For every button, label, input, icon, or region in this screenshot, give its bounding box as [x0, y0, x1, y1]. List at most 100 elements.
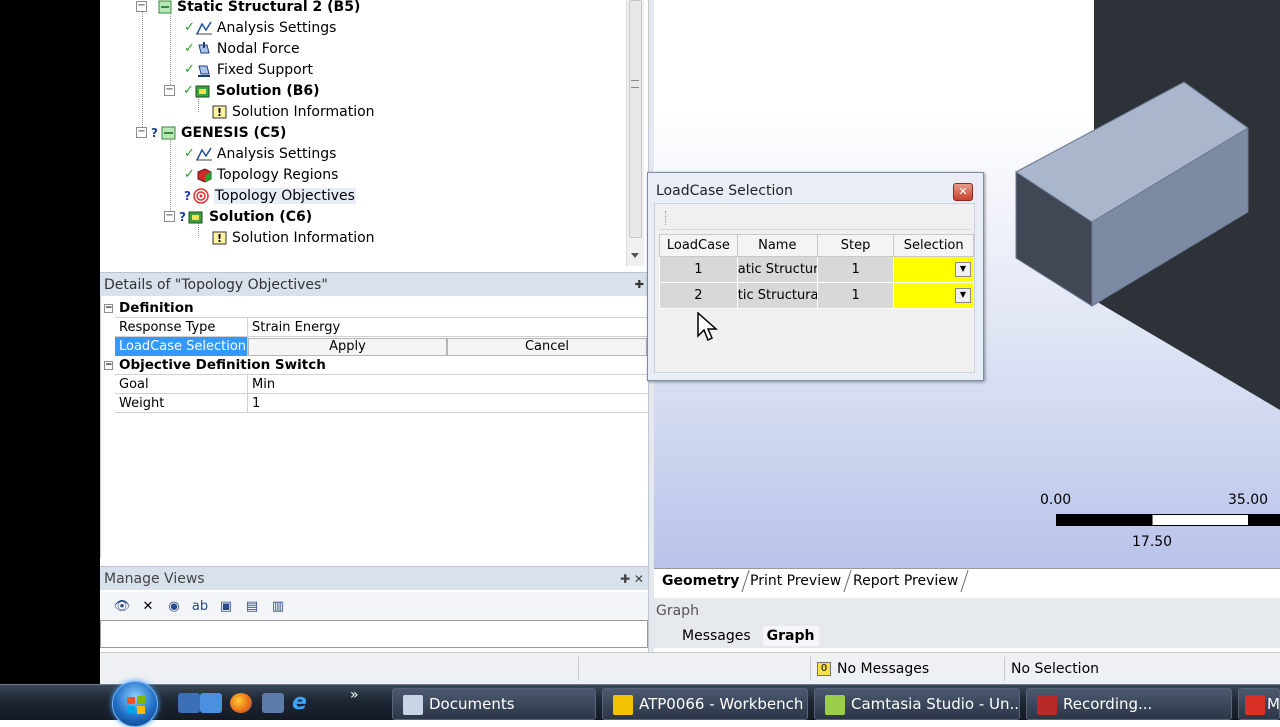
check-icon: ✓ — [184, 167, 195, 182]
panel-controls[interactable]: ✚ ✕ — [620, 567, 644, 591]
tree-item-topology-objectives[interactable]: ? Topology Objectives — [184, 185, 356, 206]
column-header[interactable]: LoadCase — [659, 234, 738, 257]
cancel-button[interactable]: Cancel — [447, 337, 647, 356]
section-definition[interactable]: − Definition — [104, 299, 648, 318]
taskbar-camtasia[interactable]: Camtasia Studio - Un... — [814, 688, 1020, 720]
firefox-icon[interactable] — [230, 693, 252, 713]
taskbar-gmail[interactable]: M — [1238, 688, 1280, 720]
tree-item-solution-b6[interactable]: − ✓ Solution (B6) — [164, 80, 320, 101]
dialog-body: LoadCase Name Step Selection 1 atic Stru… — [654, 203, 975, 373]
apply-view-icon[interactable]: ▣ — [216, 596, 236, 616]
overflow-icon[interactable]: » — [350, 687, 359, 703]
cell-loadcase: 1 — [659, 256, 738, 283]
tree-item-solution-information-c[interactable]: ! Solution Information — [210, 227, 375, 248]
target-icon — [192, 187, 210, 204]
tree-item-solution-c6[interactable]: − ? Solution (C6) — [164, 206, 312, 227]
column-header[interactable]: Name — [736, 234, 818, 257]
status-messages[interactable]: 0 No Messages — [810, 657, 1004, 681]
tree-item-solution-information-b[interactable]: ! Solution Information — [210, 101, 375, 122]
tree-item-label: Topology Regions — [216, 166, 339, 183]
collapse-icon[interactable]: − — [164, 85, 175, 96]
close-icon[interactable]: ✕ — [953, 183, 973, 201]
start-button[interactable] — [112, 681, 158, 727]
tree-item-analysis-settings-c[interactable]: ✓ Analysis Settings — [184, 143, 336, 164]
import-icon[interactable]: ▤ — [242, 596, 262, 616]
delete-icon[interactable]: ✕ — [138, 596, 158, 616]
tab-print-preview[interactable]: Print Preview — [742, 569, 853, 592]
window-switcher-icon[interactable] — [200, 693, 222, 713]
scroll-down-icon[interactable] — [631, 253, 639, 258]
tab-graph[interactable]: Graph — [762, 626, 819, 646]
status-selection: No Selection — [1004, 657, 1280, 681]
detail-value[interactable]: Min — [248, 377, 648, 392]
taskbar-label: Recording... — [1063, 695, 1153, 713]
tree-item-analysis-settings-b[interactable]: ✓ Analysis Settings — [184, 17, 336, 38]
collapse-icon[interactable]: − — [164, 211, 175, 222]
tree-item-nodal-force[interactable]: ✓ Nodal Force — [184, 38, 300, 59]
column-header[interactable]: Step — [816, 234, 895, 257]
taskbar-documents[interactable]: Documents — [392, 688, 596, 720]
tab-report-preview[interactable]: Report Preview — [845, 569, 969, 592]
tree-item-fixed-support[interactable]: ✓ Fixed Support — [184, 59, 313, 80]
apply-button[interactable]: Apply — [248, 337, 447, 356]
section-title: Definition — [119, 300, 194, 316]
table-row[interactable]: 1 atic Structur 1 ▼ — [659, 256, 974, 283]
loadcase-selection-dialog: LoadCase Selection ✕ LoadCase Name Step … — [647, 172, 984, 381]
tree-item-label: Solution Information — [232, 103, 375, 120]
cell-selection[interactable]: ▼ — [893, 282, 974, 309]
scale-bar — [1056, 514, 1280, 526]
dropdown-arrow-icon[interactable]: ▼ — [955, 288, 971, 303]
windows-logo-icon — [127, 696, 145, 714]
manage-views-header: Manage Views ✚ ✕ — [100, 566, 648, 590]
scale-label-max: 35.00 — [1228, 492, 1269, 508]
cell-step: 1 — [816, 256, 895, 283]
svg-text:!: ! — [217, 232, 222, 245]
table-row[interactable]: 2 tic Structura 1 ▼ — [659, 282, 974, 309]
detail-row-loadcase-selection[interactable]: LoadCase Selection Apply Cancel — [115, 337, 648, 356]
message-icon: 0 — [817, 662, 831, 676]
tree-item-label: GENESIS (C5) — [180, 124, 287, 141]
detail-value[interactable]: Strain Energy — [248, 320, 648, 335]
explorer-icon[interactable] — [262, 693, 284, 713]
tab-geometry[interactable]: Geometry — [654, 569, 750, 592]
tree-item-topology-regions[interactable]: ✓ Topology Regions — [184, 164, 338, 185]
pin-icon[interactable]: ✚ — [635, 273, 644, 297]
section-objective-definition-switch[interactable]: − Objective Definition Switch — [104, 356, 648, 375]
tab-messages[interactable]: Messages — [678, 626, 755, 646]
show-desktop-icon[interactable] — [178, 693, 200, 713]
cell-name: atic Structur — [736, 256, 818, 283]
detail-row-weight[interactable]: Weight 1 — [115, 394, 648, 413]
left-black-strip — [0, 0, 100, 684]
manage-views-list[interactable] — [100, 620, 648, 648]
detail-row-response-type[interactable]: Response Type Strain Energy — [115, 318, 648, 337]
detail-key: Weight — [115, 394, 248, 412]
detail-row-goal[interactable]: Goal Min — [115, 375, 648, 394]
column-header[interactable]: Selection — [893, 234, 974, 257]
static-structural-icon — [155, 0, 173, 15]
collapse-icon[interactable]: − — [104, 303, 113, 313]
taskbar-workbench[interactable]: ATP0066 - Workbench — [602, 688, 808, 720]
internet-explorer-icon[interactable]: e — [292, 692, 314, 714]
grip-icon — [665, 211, 667, 225]
check-icon: ✓ — [184, 62, 195, 77]
taskbar-recording[interactable]: Recording... — [1026, 688, 1232, 720]
binoculars-icon[interactable]: ◉ — [164, 596, 184, 616]
rename-icon[interactable]: ab — [190, 596, 210, 616]
dropdown-arrow-icon[interactable]: ▼ — [955, 262, 971, 277]
solution-information-icon: ! — [210, 104, 228, 120]
detail-value[interactable]: 1 — [248, 396, 648, 411]
nodal-force-icon — [195, 41, 213, 57]
tree-scrollbar[interactable] — [626, 0, 644, 266]
scrollbar-thumb[interactable] — [629, 0, 642, 238]
view-eye-icon[interactable]: 👁 — [112, 596, 132, 616]
tree-item-label: Fixed Support — [216, 61, 313, 78]
tree-item-static-structural-2[interactable]: − Static Structural 2 (B5) — [136, 0, 360, 17]
export-icon[interactable]: ▥ — [268, 596, 288, 616]
dialog-title: LoadCase Selection — [656, 183, 793, 199]
collapse-icon[interactable]: − — [136, 127, 147, 138]
cell-selection[interactable]: ▼ — [893, 256, 974, 283]
collapse-icon[interactable]: − — [104, 360, 113, 370]
tree-item-label: Topology Objectives — [213, 187, 356, 204]
collapse-icon[interactable]: − — [136, 1, 147, 12]
tree-item-genesis-c5[interactable]: − ? GENESIS (C5) — [136, 122, 286, 143]
